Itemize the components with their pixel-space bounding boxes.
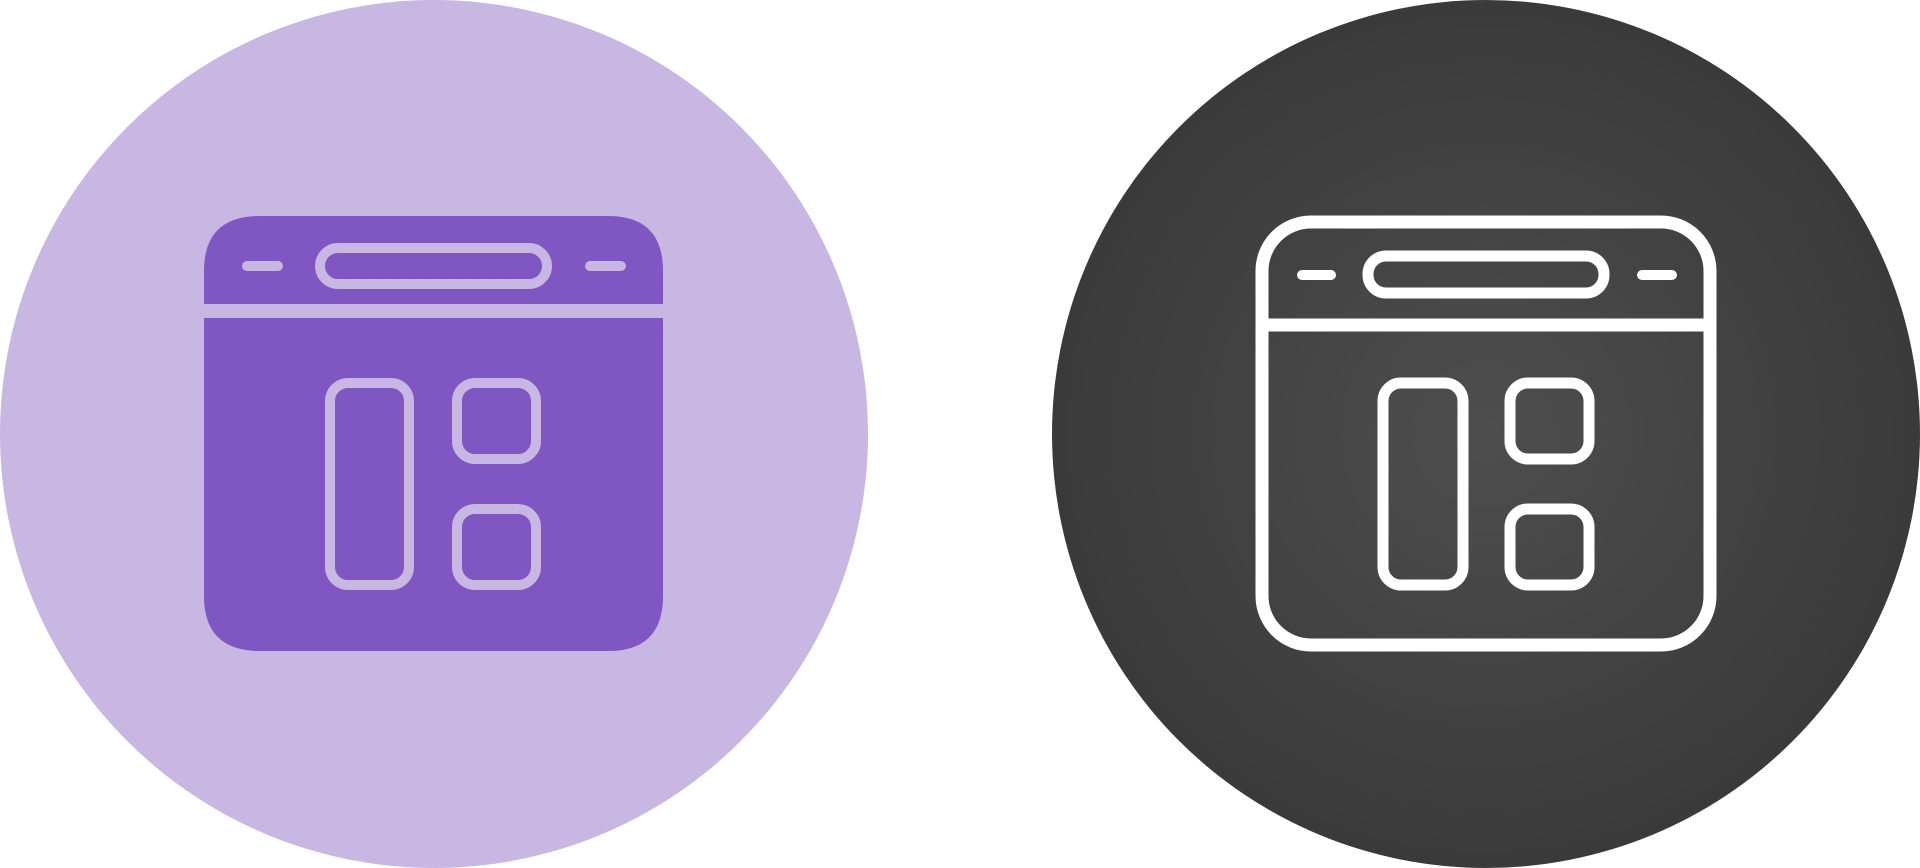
glyph-icon-badge <box>0 0 868 868</box>
icon-set-canvas <box>0 0 1920 868</box>
browser-dashboard-icon <box>1052 0 1920 868</box>
window-body-shape <box>204 318 663 651</box>
browser-dashboard-icon <box>0 0 868 868</box>
outline-icon-badge <box>1052 0 1920 868</box>
badge-circle-background <box>1052 0 1920 868</box>
window-toolbar-shape <box>204 216 663 304</box>
